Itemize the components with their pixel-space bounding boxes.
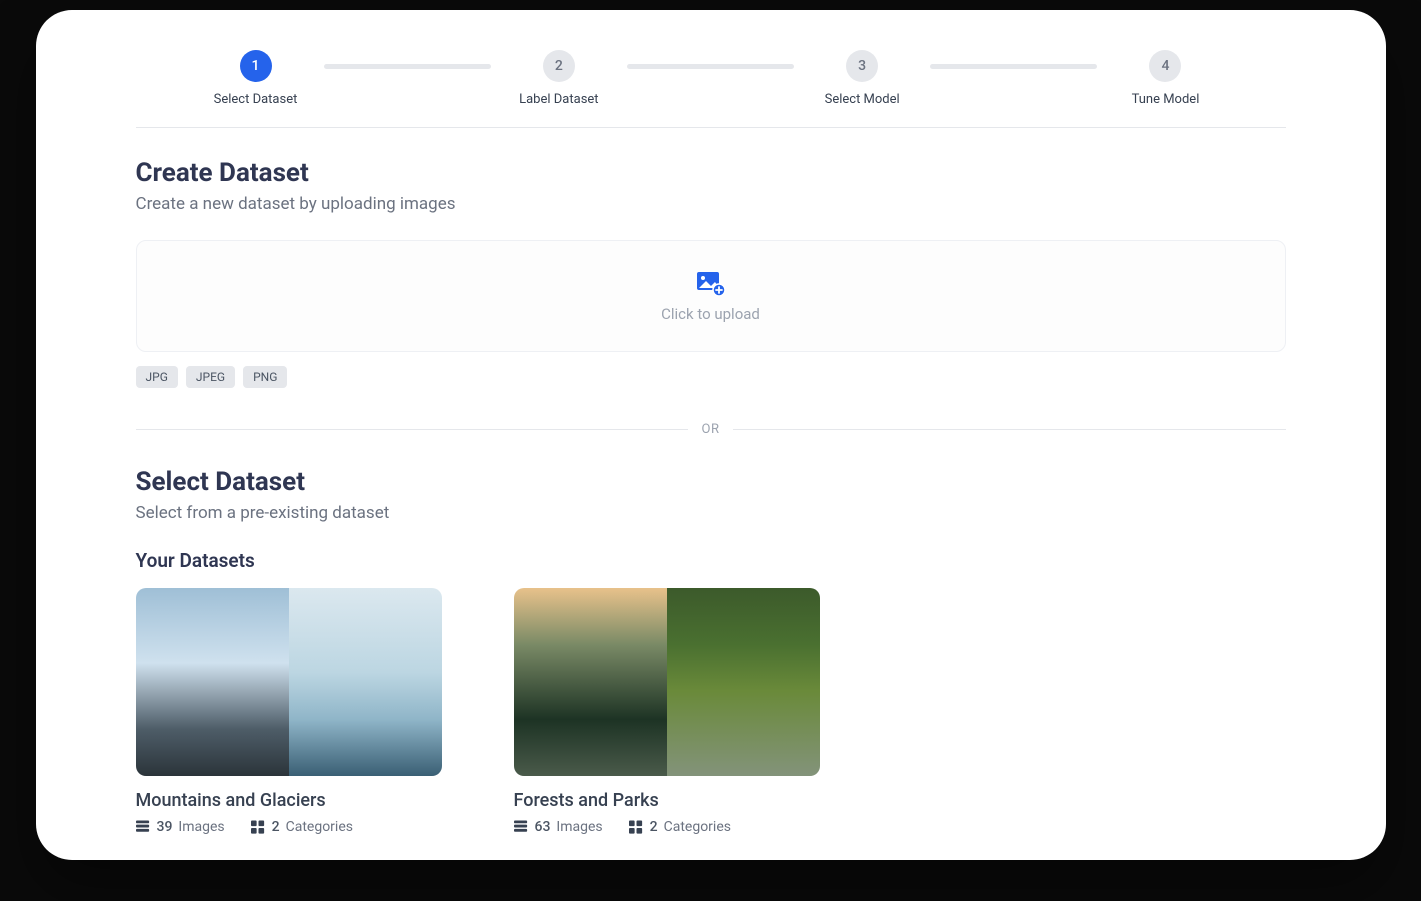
images-count: 39	[157, 819, 173, 835]
your-datasets-heading: Your Datasets	[136, 549, 1286, 572]
thumbnail-image	[136, 588, 289, 776]
step-number: 2	[543, 50, 575, 82]
categories-meta: 2 Categories	[251, 819, 353, 835]
or-line-right	[733, 429, 1285, 430]
stack-icon	[514, 820, 529, 834]
step-label-dataset[interactable]: 2 Label Dataset	[499, 50, 619, 107]
images-label: Images	[178, 819, 224, 835]
step-tune-model[interactable]: 4 Tune Model	[1105, 50, 1225, 107]
step-select-dataset[interactable]: 1 Select Dataset	[196, 50, 316, 107]
dataset-thumbnails	[136, 588, 442, 776]
format-chip-jpg: JPG	[136, 366, 178, 388]
format-chip-jpeg: JPEG	[186, 366, 235, 388]
format-chip-png: PNG	[243, 366, 287, 388]
section-divider	[136, 127, 1286, 128]
stepper-connector	[930, 64, 1097, 69]
stepper-connector	[627, 64, 794, 69]
upload-label: Click to upload	[661, 305, 760, 323]
category-icon	[251, 820, 266, 834]
step-number: 4	[1149, 50, 1181, 82]
images-label: Images	[556, 819, 602, 835]
select-dataset-subtitle: Select from a pre-existing dataset	[136, 503, 1286, 523]
progress-stepper: 1 Select Dataset 2 Label Dataset 3 Selec…	[136, 50, 1286, 107]
categories-count: 2	[650, 819, 658, 835]
dataset-name: Mountains and Glaciers	[136, 790, 442, 811]
categories-meta: 2 Categories	[629, 819, 731, 835]
images-count: 63	[535, 819, 551, 835]
images-meta: 39 Images	[136, 819, 225, 835]
or-divider: OR	[136, 422, 1286, 437]
dataset-card-mountains-and-glaciers[interactable]: Mountains and Glaciers 39 Images 2 Categ…	[136, 588, 442, 835]
step-label: Select Model	[825, 92, 900, 107]
step-number: 3	[846, 50, 878, 82]
step-label: Tune Model	[1132, 92, 1200, 107]
thumbnail-image	[667, 588, 820, 776]
step-label: Select Dataset	[214, 92, 298, 107]
dataset-cards: Mountains and Glaciers 39 Images 2 Categ…	[136, 588, 1286, 835]
categories-label: Categories	[286, 819, 353, 835]
create-dataset-title: Create Dataset	[136, 158, 1286, 188]
or-line-left	[136, 429, 688, 430]
step-number: 1	[240, 50, 272, 82]
category-icon	[629, 820, 644, 834]
thumbnail-image	[289, 588, 442, 776]
categories-label: Categories	[664, 819, 731, 835]
categories-count: 2	[272, 819, 280, 835]
stepper-connector	[324, 64, 491, 69]
images-meta: 63 Images	[514, 819, 603, 835]
image-add-icon	[696, 271, 726, 297]
select-dataset-title: Select Dataset	[136, 467, 1286, 497]
or-label: OR	[702, 422, 720, 437]
main-content: 1 Select Dataset 2 Label Dataset 3 Selec…	[36, 10, 1386, 835]
dataset-thumbnails	[514, 588, 820, 776]
stack-icon	[136, 820, 151, 834]
dataset-meta: 63 Images 2 Categories	[514, 819, 820, 835]
step-label: Label Dataset	[519, 92, 598, 107]
dataset-card-forests-and-parks[interactable]: Forests and Parks 63 Images 2 Categories	[514, 588, 820, 835]
create-dataset-subtitle: Create a new dataset by uploading images	[136, 194, 1286, 214]
dataset-meta: 39 Images 2 Categories	[136, 819, 442, 835]
thumbnail-image	[514, 588, 667, 776]
upload-dropzone[interactable]: Click to upload	[136, 240, 1286, 352]
accepted-formats: JPG JPEG PNG	[136, 366, 1286, 388]
step-select-model[interactable]: 3 Select Model	[802, 50, 922, 107]
dataset-name: Forests and Parks	[514, 790, 820, 811]
app-window: 1 Select Dataset 2 Label Dataset 3 Selec…	[36, 10, 1386, 860]
